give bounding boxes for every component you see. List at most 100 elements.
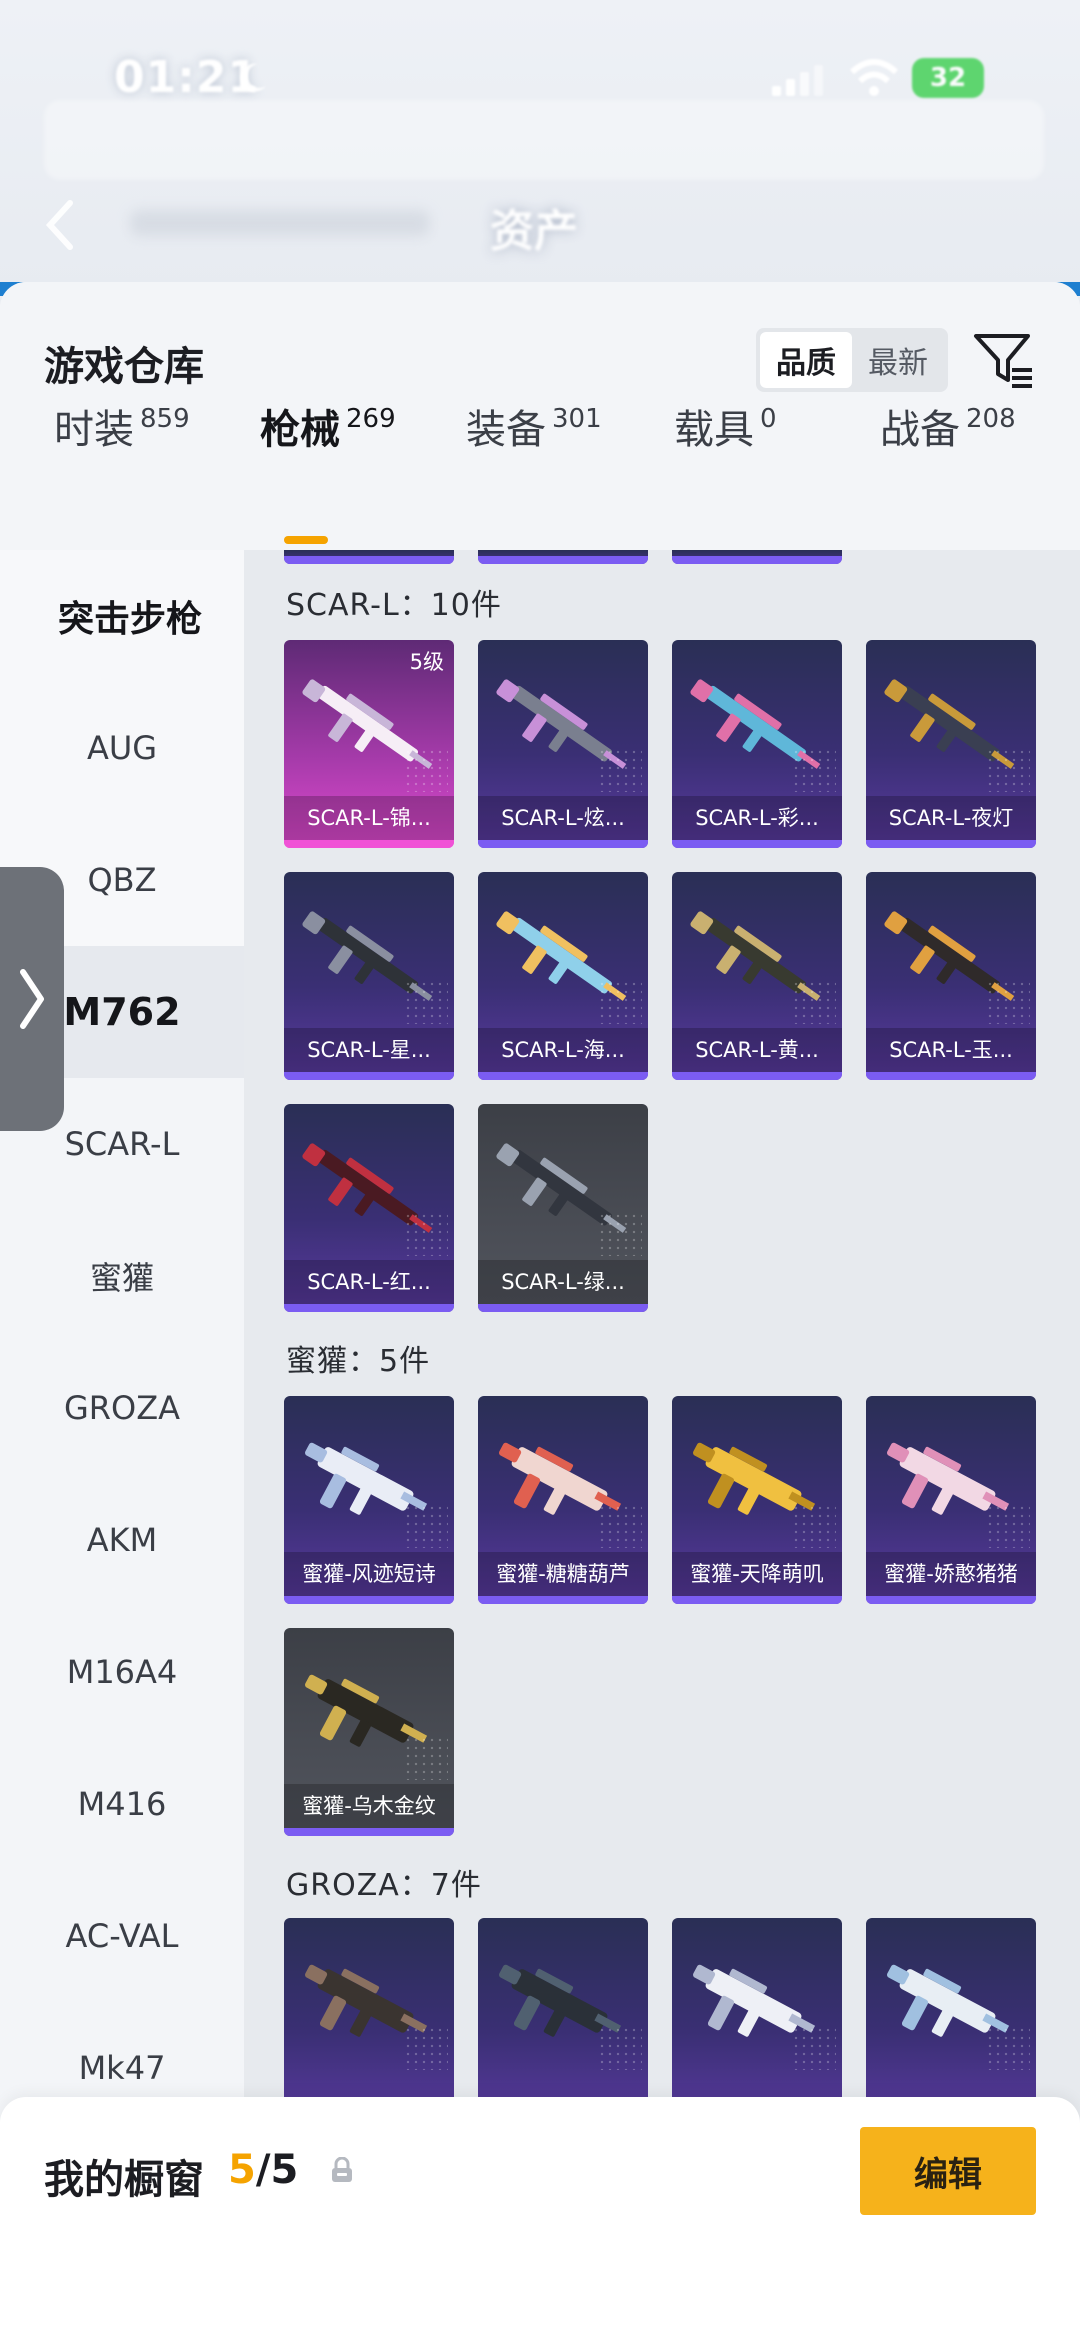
card-pattern <box>404 980 448 1024</box>
weapon-skin-card[interactable]: 蜜獾-乌木金纹 <box>284 1628 454 1836</box>
card-pattern <box>792 2026 836 2070</box>
edit-button[interactable]: 编辑 <box>860 2127 1036 2215</box>
weapon-skin-card[interactable]: SCAR-L-彩... <box>672 640 842 848</box>
weapon-skin-card[interactable]: SCAR-L-炫... <box>478 640 648 848</box>
weapon-category-list: 突击步枪 AUG QBZ M762 SCAR-L 蜜獾 GROZA AKM M1… <box>0 550 244 2341</box>
group-title-scar-l: SCAR-L：10件 <box>286 588 502 623</box>
weapon-skin-card[interactable]: 蜜獾-娇憨猪猪 <box>866 1396 1036 1604</box>
card-pattern <box>404 2026 448 2070</box>
weapon-skin-card[interactable]: 蜜獾-风迹短诗 <box>284 1396 454 1604</box>
skin-level-badge: 5级 <box>409 650 444 674</box>
sort-newest-option[interactable]: 最新 <box>852 332 944 388</box>
weapon-skin-card[interactable] <box>478 1918 648 2126</box>
tab-fashion[interactable]: 时装 859 <box>54 402 190 458</box>
signal-icon <box>772 65 823 96</box>
category-assault-rifle[interactable]: 突击步枪 <box>0 550 244 682</box>
rarity-bar <box>672 1596 842 1604</box>
skin-name: 蜜獾-风迹短诗 <box>284 1552 454 1596</box>
tab-label: 枪械 <box>260 407 340 453</box>
card-pattern <box>986 980 1030 1024</box>
weapon-skin-card[interactable]: SCAR-L-玉... <box>866 872 1036 1080</box>
game-warehouse-sheet: 游戏仓库 品质 最新 时装 859 枪械 269 装备 301 载具 0 战备 … <box>0 282 1080 2341</box>
card-pattern <box>598 1504 642 1548</box>
tab-supplies[interactable]: 战备 208 <box>880 402 1016 458</box>
category-item[interactable]: AKM <box>0 1474 244 1606</box>
category-item[interactable]: GROZA <box>0 1342 244 1474</box>
category-item[interactable]: AUG <box>0 682 244 814</box>
card-pattern <box>598 2026 642 2070</box>
rarity-bar <box>866 840 1036 848</box>
group-title-honey-badger: 蜜獾：5件 <box>286 1344 431 1379</box>
weapon-card-partial[interactable] <box>672 550 842 564</box>
tab-count: 301 <box>552 404 602 434</box>
showcase-label: 我的橱窗 <box>44 2157 204 2203</box>
sort-quality-option[interactable]: 品质 <box>760 332 852 388</box>
skin-name: SCAR-L-海... <box>478 1028 648 1072</box>
sheet-header: 游戏仓库 品质 最新 <box>0 282 1080 392</box>
weapon-skin-card[interactable]: SCAR-L-夜灯 <box>866 640 1036 848</box>
expand-sidebar-button[interactable] <box>0 867 64 1131</box>
tab-label: 装备 <box>466 407 546 453</box>
skin-name: SCAR-L-黄... <box>672 1028 842 1072</box>
weapon-skin-card[interactable]: 蜜獾-糖糖葫芦 <box>478 1396 648 1604</box>
rarity-bar <box>866 1072 1036 1080</box>
skin-name: 蜜獾-天降萌叽 <box>672 1552 842 1596</box>
skin-name: SCAR-L-夜灯 <box>866 796 1036 840</box>
tab-count: 0 <box>760 404 777 434</box>
tab-count: 859 <box>140 404 190 434</box>
skin-name: 蜜獾-乌木金纹 <box>284 1784 454 1828</box>
weapon-skin-card[interactable] <box>672 1918 842 2126</box>
tab-firearms[interactable]: 枪械 269 <box>260 402 396 458</box>
battery-indicator: 32 <box>912 58 984 98</box>
active-tab-indicator <box>284 536 328 544</box>
category-item[interactable]: M416 <box>0 1738 244 1870</box>
rarity-bar <box>478 1304 648 1312</box>
tab-equipment[interactable]: 装备 301 <box>466 402 602 458</box>
card-pattern <box>986 1504 1030 1548</box>
weapon-skin-card[interactable]: 5级 SCAR-L-锦... <box>284 640 454 848</box>
sort-toggle: 品质 最新 <box>756 328 948 392</box>
weapon-skin-card[interactable]: SCAR-L-海... <box>478 872 648 1080</box>
weapon-skin-card[interactable]: SCAR-L-红... <box>284 1104 454 1312</box>
weapon-card-partial[interactable] <box>284 550 454 564</box>
card-pattern <box>792 748 836 792</box>
card-pattern <box>986 2026 1030 2070</box>
weapon-skin-card[interactable]: SCAR-L-星... <box>284 872 454 1080</box>
weapon-skin-card[interactable]: 蜜獾-天降萌叽 <box>672 1396 842 1604</box>
weapon-skin-card[interactable] <box>866 1918 1036 2126</box>
showcase-total: /5 <box>255 2147 299 2193</box>
background-app-header: 01:21 32 资产 <box>0 0 1080 290</box>
weapon-skin-card[interactable]: SCAR-L-黄... <box>672 872 842 1080</box>
weapon-skin-card[interactable] <box>284 1918 454 2126</box>
showcase-bar: 我的橱窗 5/5 编辑 <box>0 2097 1080 2341</box>
showcase-current: 5 <box>228 2147 256 2193</box>
wifi-icon <box>849 59 899 96</box>
back-icon[interactable] <box>40 195 80 255</box>
card-pattern <box>598 748 642 792</box>
rarity-bar <box>478 1596 648 1604</box>
background-blur <box>130 210 430 236</box>
skin-name: SCAR-L-玉... <box>866 1028 1036 1072</box>
category-item[interactable]: M16A4 <box>0 1606 244 1738</box>
moon-icon <box>240 63 266 92</box>
skin-name: 蜜獾-娇憨猪猪 <box>866 1552 1036 1596</box>
skin-name: SCAR-L-星... <box>284 1028 454 1072</box>
card-pattern <box>404 1212 448 1256</box>
tab-label: 时装 <box>54 407 134 453</box>
tab-vehicles[interactable]: 载具 0 <box>674 402 777 458</box>
category-item[interactable]: 蜜獾 <box>0 1210 244 1342</box>
rarity-bar <box>284 1828 454 1836</box>
skin-name: SCAR-L-绿... <box>478 1260 648 1304</box>
showcase-count: 5/5 <box>228 2147 298 2193</box>
weapon-card-partial[interactable] <box>478 550 648 564</box>
card-pattern <box>792 980 836 1024</box>
category-item[interactable]: AC-VAL <box>0 1870 244 2002</box>
rarity-bar <box>672 1072 842 1080</box>
background-title: 资产 <box>490 206 578 257</box>
chevron-right-icon <box>20 969 44 1029</box>
filter-icon[interactable] <box>972 330 1036 390</box>
category-tabs: 时装 859 枪械 269 装备 301 载具 0 战备 208 <box>0 402 1080 502</box>
skin-name: 蜜獾-糖糖葫芦 <box>478 1552 648 1596</box>
rarity-bar <box>284 840 454 848</box>
weapon-skin-card[interactable]: SCAR-L-绿... <box>478 1104 648 1312</box>
